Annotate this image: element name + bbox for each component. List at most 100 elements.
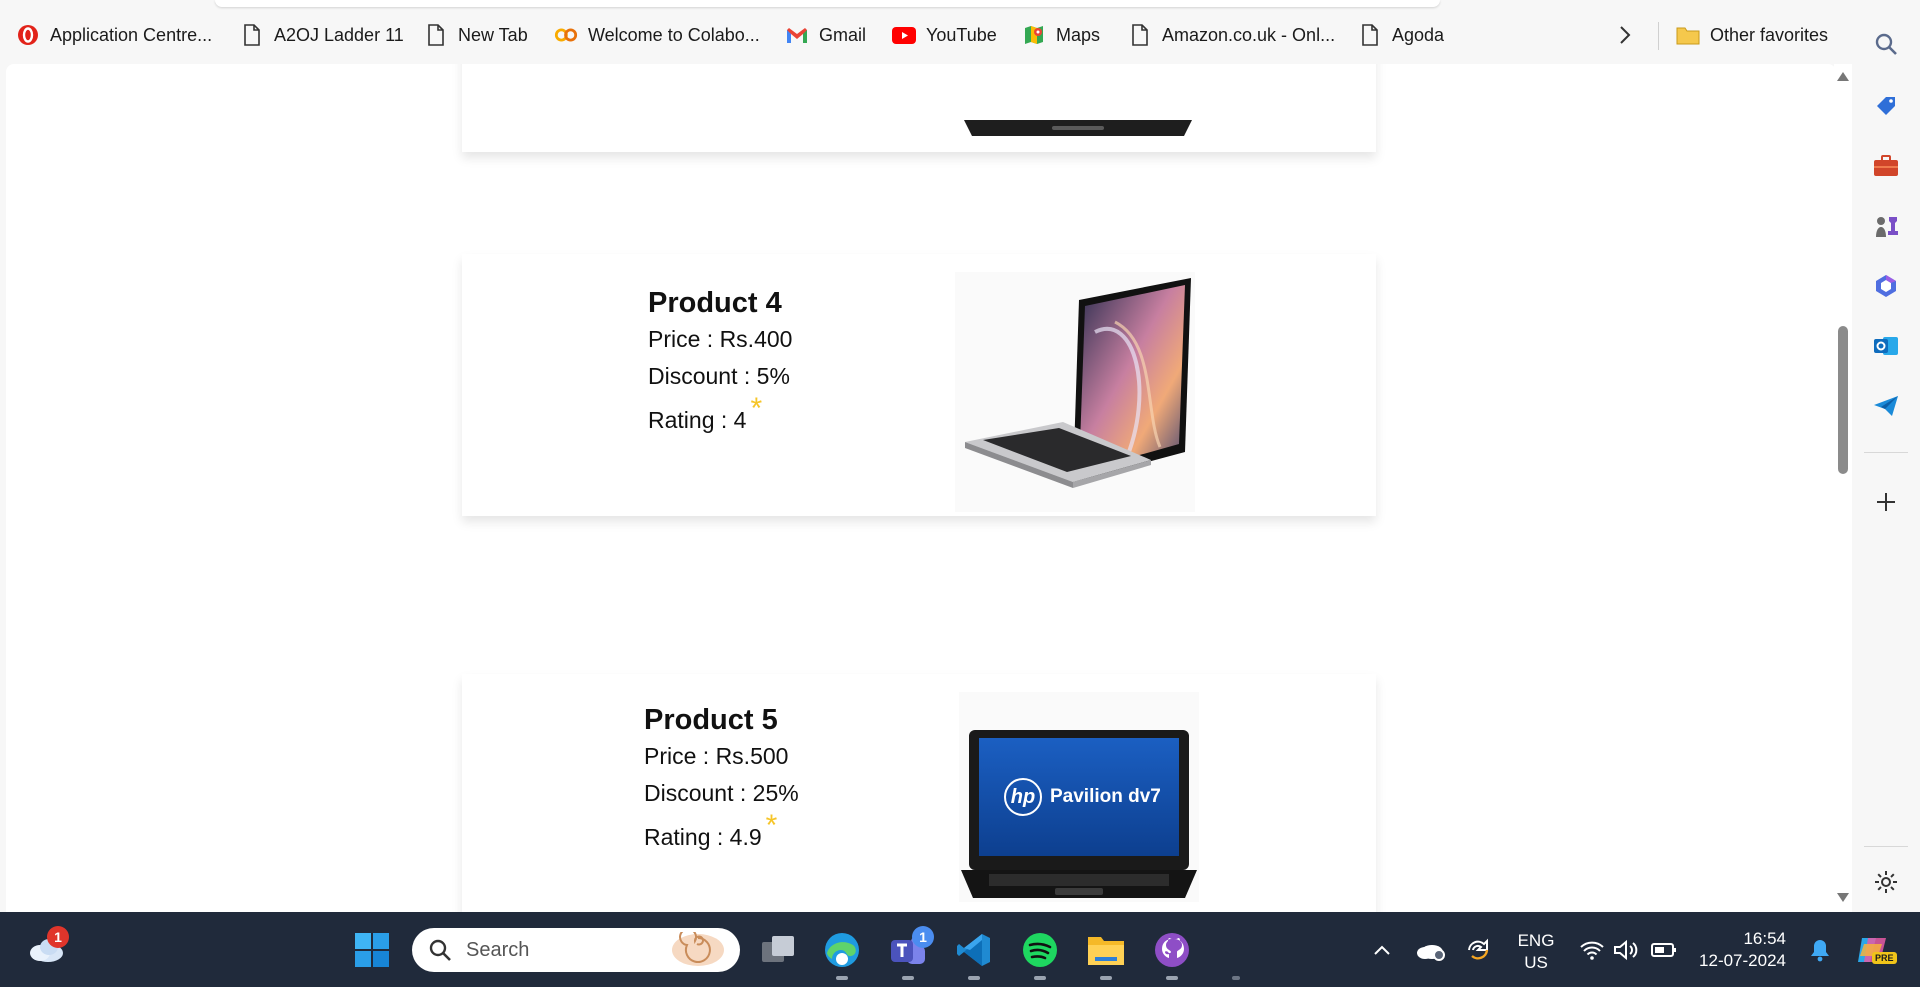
hp-laptop-image: hp Pavilion dv7 [959, 692, 1199, 902]
sidebar-divider [1864, 452, 1908, 453]
file-explorer-icon[interactable] [1086, 930, 1126, 970]
opera-icon [16, 23, 40, 47]
youtube-icon [892, 23, 916, 47]
sidebar-divider [1864, 846, 1908, 847]
maps-icon [1022, 23, 1046, 47]
bookmark-application-centre[interactable]: Application Centre... [16, 20, 212, 50]
notification-bell-icon[interactable] [1800, 930, 1840, 970]
laptop-image [955, 272, 1195, 512]
clock-time: 16:54 [1743, 929, 1786, 948]
chevron-up-icon[interactable] [1362, 930, 1402, 970]
product-discount: Discount : 25% [644, 780, 799, 806]
tools-briefcase-icon[interactable] [1872, 152, 1900, 180]
shopping-tag-icon[interactable] [1872, 92, 1900, 120]
product-rating: Rating : 4.9 * [644, 809, 799, 853]
colab-icon [554, 23, 578, 47]
spotify-icon[interactable] [1020, 930, 1060, 970]
folder-icon [1676, 23, 1700, 47]
product-info: Product 5 Price : Rs.500 Discount : 25% … [644, 704, 799, 853]
product-price: Price : Rs.400 [648, 326, 793, 352]
product-price: Price : Rs.500 [644, 743, 789, 769]
scroll-up-arrow-icon[interactable] [1837, 72, 1849, 81]
running-indicator [836, 976, 848, 980]
rating-text: Rating : 4 [648, 407, 747, 433]
settings-gear-icon[interactable] [1872, 868, 1900, 896]
bookmark-a2oj[interactable]: A2OJ Ladder 11 [240, 20, 404, 50]
clock[interactable]: 16:54 12-07-2024 [1692, 928, 1786, 972]
search-highlight-shell-icon [670, 928, 726, 973]
running-indicator [1232, 976, 1240, 980]
bookmarks-divider [1658, 22, 1659, 50]
battery-icon[interactable] [1644, 930, 1684, 970]
product-card: Product 4 Price : Rs.400 Discount : 5% R… [462, 254, 1376, 516]
bookmark-youtube[interactable]: YouTube [892, 20, 997, 50]
github-icon[interactable] [1152, 930, 1192, 970]
search-icon[interactable] [1872, 30, 1900, 58]
bookmark-label: Amazon.co.uk - Onl... [1162, 24, 1336, 45]
product-card: Product 5 Price : Rs.500 Discount : 25% … [462, 674, 1376, 912]
bookmark-label: Welcome to Colabo... [588, 24, 760, 45]
running-indicator [1166, 976, 1178, 980]
rating-text: Rating : 4.9 [644, 824, 762, 850]
hp-screen-branding: hp Pavilion dv7 [1004, 778, 1161, 816]
volume-icon[interactable] [1606, 930, 1646, 970]
search-placeholder: Search [466, 939, 530, 961]
page-icon [1128, 23, 1152, 47]
send-telegram-icon[interactable] [1872, 392, 1900, 420]
other-favorites-folder[interactable]: Other favorites [1676, 20, 1828, 50]
product-rating: Rating : 4 * [648, 392, 792, 436]
scrollbar-thumb[interactable] [1838, 326, 1848, 474]
favorites-bar: Application Centre... A2OJ Ladder 11 New… [0, 0, 1860, 70]
onedrive-icon[interactable] [1410, 930, 1450, 970]
product-info: Product 4 Price : Rs.400 Discount : 5% R… [648, 287, 792, 436]
edge-browser-icon[interactable] [822, 930, 862, 970]
language-indicator[interactable]: ENG US [1508, 930, 1564, 974]
bookmark-amazon[interactable]: Amazon.co.uk - Onl... [1128, 20, 1335, 50]
copilot-icon[interactable] [1872, 272, 1900, 300]
running-indicator [902, 976, 914, 980]
sync-icon[interactable] [1458, 930, 1498, 970]
language-code: ENG [1517, 931, 1555, 950]
running-indicator [1034, 976, 1046, 980]
bookmark-colab[interactable]: Welcome to Colabo... [554, 20, 760, 50]
windows-taskbar: 1 Search 1 ENG US 16:54 12-07-2024 PRE [0, 912, 1920, 987]
bookmark-gmail[interactable]: Gmail [785, 20, 866, 50]
more-bookmarks-chevron-icon[interactable] [1612, 22, 1638, 48]
gmail-icon [785, 23, 809, 47]
bookmark-label: New Tab [458, 24, 528, 45]
bookmark-label: YouTube [926, 24, 997, 45]
bookmark-label: Application Centre... [50, 24, 213, 45]
page-viewport: Product 4 Price : Rs.400 Discount : 5% R… [6, 64, 1836, 912]
running-indicator [1100, 976, 1112, 980]
hp-model-text: Pavilion dv7 [1050, 786, 1161, 807]
page-icon [424, 23, 448, 47]
add-plus-icon[interactable] [1872, 488, 1900, 516]
bookmark-label: Agoda [1392, 24, 1445, 45]
product-discount: Discount : 5% [648, 363, 790, 389]
taskbar-search-box[interactable]: Search [412, 928, 740, 972]
task-view-icon[interactable] [758, 930, 798, 970]
outlook-icon[interactable] [1872, 332, 1900, 360]
search-icon [428, 938, 452, 967]
bookmark-agoda[interactable]: Agoda [1358, 20, 1444, 50]
active-tab-edge [215, 0, 1440, 7]
bookmark-label: Gmail [819, 24, 867, 45]
scroll-down-arrow-icon[interactable] [1837, 893, 1849, 902]
bookmark-maps[interactable]: Maps [1022, 20, 1100, 50]
clock-date: 12-07-2024 [1699, 951, 1786, 970]
vscode-icon[interactable] [954, 930, 994, 970]
product-card-partial [462, 64, 1376, 152]
teams-badge: 1 [912, 926, 934, 948]
other-favorites-label: Other favorites [1710, 24, 1829, 45]
product-title: Product 5 [644, 704, 778, 736]
product-title: Product 4 [648, 287, 782, 319]
bookmark-new-tab[interactable]: New Tab [424, 20, 528, 50]
page-scrollbar[interactable] [1834, 64, 1852, 912]
bookmark-label: A2OJ Ladder 11 [274, 24, 404, 45]
copilot-taskbar-icon[interactable] [1852, 930, 1892, 970]
laptop-image-partial [958, 64, 1198, 144]
games-chess-icon[interactable] [1872, 212, 1900, 240]
page-icon [1358, 23, 1382, 47]
hp-logo-icon: hp [1004, 778, 1042, 816]
windows-start-icon[interactable] [352, 930, 392, 970]
